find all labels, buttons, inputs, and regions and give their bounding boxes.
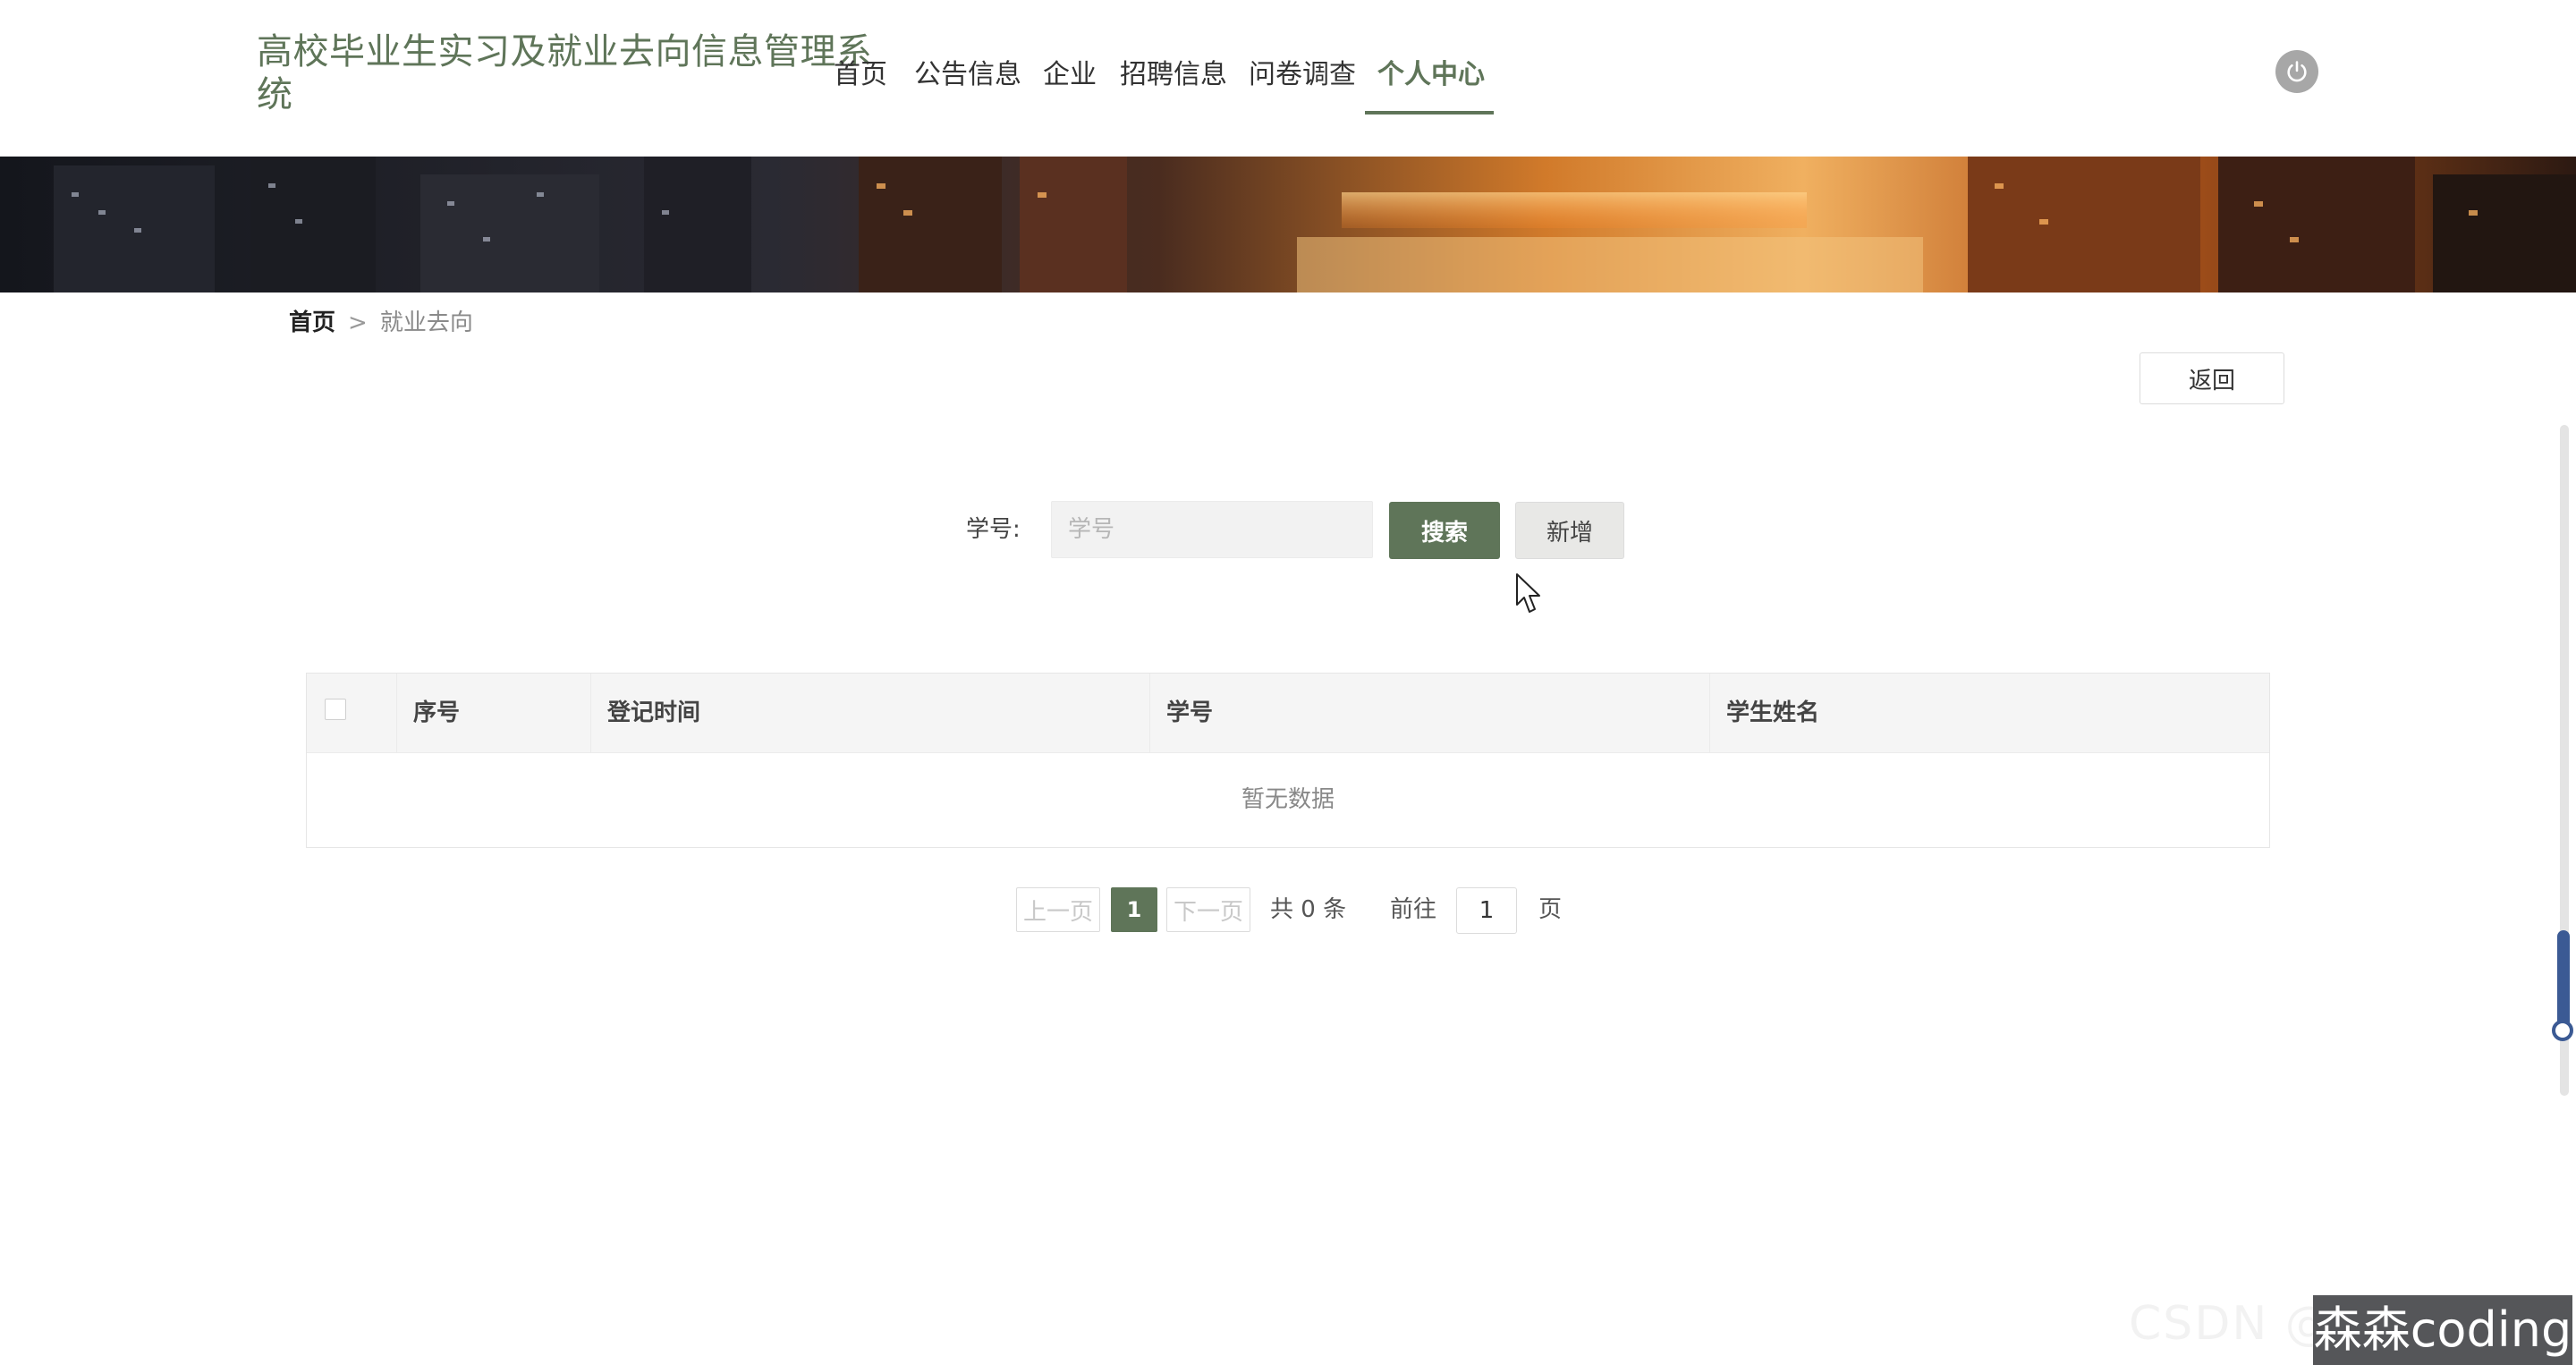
- mouse-cursor-icon: [1516, 573, 1540, 613]
- nav-item-companies[interactable]: 企业: [1043, 54, 1097, 97]
- total-count: 共 0 条: [1270, 896, 1347, 923]
- select-all-checkbox[interactable]: [325, 699, 346, 720]
- select-all-cell: [307, 674, 396, 752]
- column-header-index: 序号: [396, 674, 590, 752]
- table-header: 序号 登记时间 学号 学生姓名: [307, 674, 2269, 753]
- breadcrumb-separator: >: [348, 309, 368, 336]
- student-id-label: 学号:: [966, 516, 1021, 543]
- banner-image: [0, 157, 2576, 292]
- nav-item-home[interactable]: 首页: [834, 54, 887, 97]
- breadcrumb-home[interactable]: 首页: [289, 309, 335, 336]
- page-number-1[interactable]: 1: [1111, 887, 1157, 932]
- column-header-register-time: 登记时间: [590, 674, 1149, 752]
- column-header-student-name: 学生姓名: [1709, 674, 2269, 752]
- prev-page-button[interactable]: 上一页: [1016, 887, 1100, 932]
- page-unit-label: 页: [1538, 896, 1563, 923]
- breadcrumb: 首页 > 就业去向: [289, 307, 473, 339]
- breadcrumb-current: 就业去向: [379, 309, 473, 336]
- nav-item-announcements[interactable]: 公告信息: [914, 54, 1021, 97]
- column-header-student-id: 学号: [1149, 674, 1709, 752]
- active-nav-underline: [1365, 111, 1494, 114]
- scrollbar-handle[interactable]: [2552, 1020, 2573, 1041]
- site-title: 高校毕业生实习及就业去向信息管理系统: [257, 31, 873, 115]
- logout-button[interactable]: [2275, 50, 2318, 93]
- city-night-banner: [0, 157, 2576, 292]
- watermark-faint: CSDN @: [2129, 1297, 2334, 1351]
- back-button[interactable]: 返回: [2140, 352, 2284, 404]
- watermark-label: 森森coding: [2313, 1295, 2572, 1365]
- table-empty-message: 暂无数据: [1241, 786, 1335, 813]
- add-button[interactable]: 新增: [1515, 502, 1624, 559]
- nav-item-recruitment[interactable]: 招聘信息: [1120, 54, 1227, 97]
- site-header: 高校毕业生实习及就业去向信息管理系统 首页 公告信息 企业 招聘信息 问卷调查 …: [0, 0, 2576, 156]
- search-button[interactable]: 搜索: [1389, 502, 1500, 559]
- nav-item-survey[interactable]: 问卷调查: [1249, 54, 1356, 97]
- goto-label: 前往: [1390, 896, 1437, 923]
- employment-table: 序号 登记时间 学号 学生姓名 暂无数据: [306, 673, 2270, 848]
- nav-item-personal-center[interactable]: 个人中心: [1377, 54, 1485, 97]
- next-page-button[interactable]: 下一页: [1166, 887, 1250, 932]
- goto-page-input[interactable]: [1456, 887, 1517, 934]
- power-icon: [2287, 61, 2307, 82]
- student-id-search-input[interactable]: [1051, 501, 1373, 558]
